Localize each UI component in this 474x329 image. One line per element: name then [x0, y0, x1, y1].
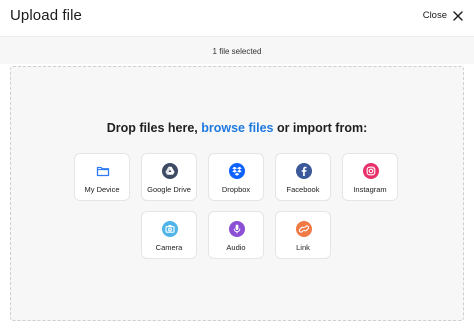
- drop-prompt-suffix: or import from:: [273, 121, 368, 135]
- source-label: Instagram: [353, 185, 387, 194]
- source-label: Google Drive: [147, 185, 191, 194]
- modal-header: Upload file Close: [0, 0, 474, 36]
- link-icon: [296, 221, 312, 237]
- selection-status-bar: 1 file selected: [0, 36, 474, 64]
- source-audio[interactable]: Audio: [208, 211, 264, 259]
- drop-prompt-text: Drop files here,: [106, 121, 202, 135]
- drop-prompt: Drop files here, browse files or import …: [0, 121, 474, 135]
- source-label: Camera: [155, 243, 183, 252]
- source-label: My Device: [84, 185, 120, 194]
- google-drive-icon: [162, 163, 178, 179]
- source-my-device[interactable]: My Device: [74, 153, 130, 201]
- microphone-icon: [229, 221, 245, 237]
- source-instagram[interactable]: Instagram: [342, 153, 398, 201]
- close-button[interactable]: Close: [423, 10, 463, 21]
- source-label: Audio: [226, 243, 246, 252]
- folder-icon: [96, 166, 110, 177]
- source-facebook[interactable]: Facebook: [275, 153, 331, 201]
- camera-icon: [162, 221, 178, 237]
- close-icon: [453, 10, 463, 21]
- dropbox-icon: [229, 163, 245, 179]
- close-label: Close: [422, 10, 447, 21]
- selection-status-text: 1 file selected: [212, 47, 262, 56]
- source-dropbox[interactable]: Dropbox: [208, 153, 264, 201]
- facebook-icon: [296, 163, 312, 179]
- source-link[interactable]: Link: [275, 211, 331, 259]
- modal-title: Upload file: [10, 7, 82, 24]
- source-camera[interactable]: Camera: [141, 211, 197, 259]
- source-label: Link: [296, 243, 310, 252]
- source-google-drive[interactable]: Google Drive: [141, 153, 197, 201]
- instagram-icon: [363, 163, 379, 179]
- browse-files-link[interactable]: browse files: [201, 121, 273, 135]
- source-label: Facebook: [286, 185, 320, 194]
- source-label: Dropbox: [221, 185, 251, 194]
